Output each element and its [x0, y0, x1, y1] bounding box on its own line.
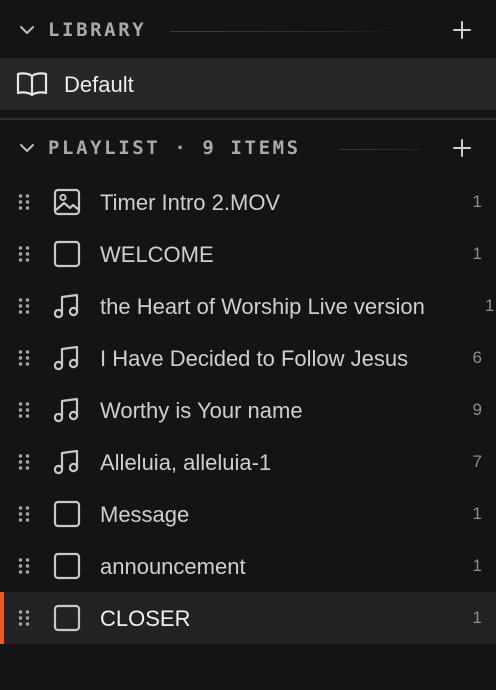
book-icon [16, 72, 48, 97]
chevron-down-icon[interactable] [18, 139, 36, 157]
library-section-header[interactable]: LIBRARY [0, 2, 496, 58]
slide-icon [52, 500, 82, 528]
selection-indicator [0, 592, 4, 644]
chevron-down-icon[interactable] [18, 21, 36, 39]
music-icon [52, 344, 82, 372]
slide-icon [52, 552, 82, 580]
add-library-icon[interactable] [452, 20, 472, 40]
header-rule [340, 149, 430, 150]
drag-handle-icon[interactable] [17, 401, 31, 419]
slide-count: 1 [472, 244, 482, 263]
drag-handle-icon[interactable] [17, 557, 31, 575]
music-icon [52, 292, 82, 320]
music-icon [52, 448, 82, 476]
library-item-label: Default [64, 72, 134, 97]
playlist-item-selected[interactable]: CLOSER 1 [0, 592, 496, 644]
drag-handle-icon[interactable] [17, 609, 31, 627]
playlist-item[interactable]: announcement 1 [0, 540, 496, 592]
playlist-item[interactable]: Message 1 [0, 488, 496, 540]
slide-count: 1 [472, 556, 482, 575]
playlist-item-label: Message [100, 502, 190, 527]
drag-handle-icon[interactable] [17, 349, 31, 367]
add-playlist-item-icon[interactable] [452, 138, 472, 158]
playlist-item-label: I Have Decided to Follow Jesus [100, 346, 409, 371]
drag-handle-icon[interactable] [17, 245, 31, 263]
playlist-item[interactable]: WELCOME 1 [0, 228, 496, 280]
playlist-item-label: Alleluia, alleluia-1 [100, 450, 272, 475]
image-icon [52, 188, 82, 216]
playlist-item[interactable]: Worthy is Your name 9 [0, 384, 496, 436]
header-rule [170, 31, 400, 32]
playlist-item-label: the Heart of Worship Live version [100, 294, 425, 319]
playlist-item[interactable]: I Have Decided to Follow Jesus 6 [0, 332, 496, 384]
playlist-item-label: Timer Intro 2.MOV [100, 190, 281, 215]
playlist-item-label: Worthy is Your name [100, 398, 303, 423]
slide-icon [52, 240, 82, 268]
drag-handle-icon[interactable] [17, 453, 31, 471]
playlist-section-header[interactable]: PLAYLIST · 9 ITEMS [0, 120, 496, 176]
library-title: LIBRARY [48, 19, 147, 41]
playlist-item-label: WELCOME [100, 242, 214, 267]
slide-count: 1 [485, 296, 495, 315]
playlist-item[interactable]: Alleluia, alleluia-1 7 [0, 436, 496, 488]
slide-count: 1 [472, 608, 482, 627]
slide-icon [52, 604, 82, 632]
playlist-item-label: announcement [100, 554, 246, 579]
playlist-item[interactable]: Timer Intro 2.MOV 1 [0, 176, 496, 228]
drag-handle-icon[interactable] [17, 297, 31, 315]
drag-handle-icon[interactable] [17, 193, 31, 211]
library-item-default[interactable]: Default [0, 58, 496, 110]
playlist-item-label: CLOSER [100, 606, 191, 631]
slide-count: 7 [472, 452, 482, 471]
slide-count: 9 [472, 400, 482, 419]
slide-count: 1 [472, 192, 482, 211]
drag-handle-icon[interactable] [17, 505, 31, 523]
music-icon [52, 396, 82, 424]
playlist-title: PLAYLIST · 9 ITEMS [48, 137, 301, 159]
playlist-item[interactable]: the Heart of Worship Live version 1 [0, 280, 496, 332]
slide-count: 1 [472, 504, 482, 523]
slide-count: 6 [472, 348, 482, 367]
